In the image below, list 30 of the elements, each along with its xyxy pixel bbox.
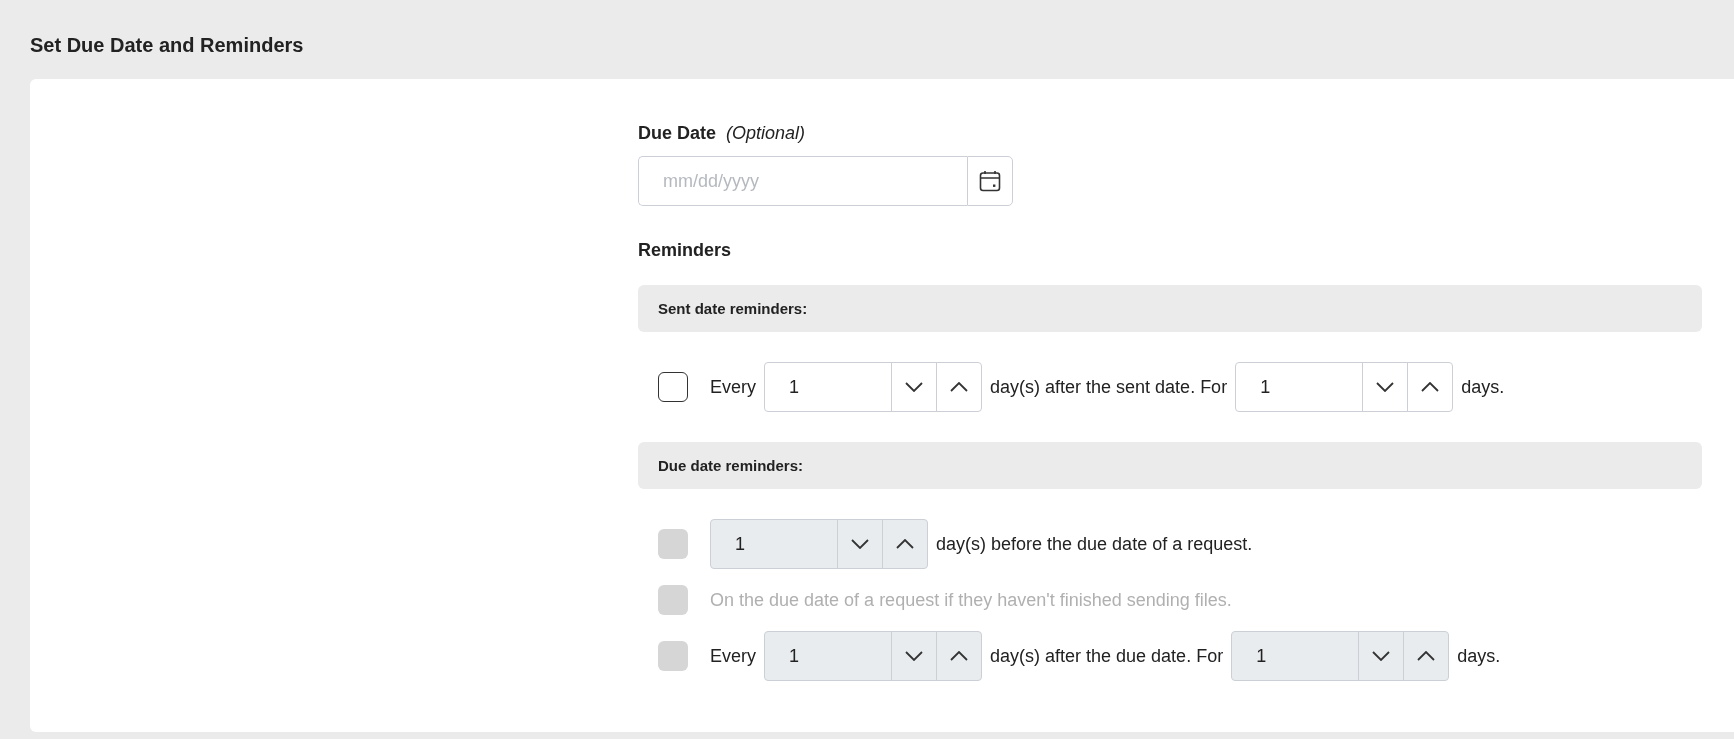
checkbox[interactable] — [658, 372, 688, 402]
chevron-down-icon — [851, 539, 869, 549]
page-title: Set Due Date and Reminders — [30, 34, 305, 58]
calendar-icon — [979, 170, 1001, 192]
reminder-text: On the due date of a request if they haven't finished sending files. — [710, 589, 1232, 611]
calendar-button[interactable] — [967, 156, 1013, 206]
chevron-down-icon — [905, 651, 923, 661]
reminder-text: days. — [1457, 645, 1501, 667]
section-header: Due date reminders: — [638, 442, 1702, 489]
chevron-up-icon — [1417, 651, 1436, 661]
chevron-down-icon — [1376, 382, 1395, 392]
chevron-up-icon — [950, 651, 968, 661]
reminder-text: Every — [710, 376, 756, 398]
chevron-up-icon — [896, 539, 914, 549]
reminder-text: day(s) after the sent date. For — [990, 376, 1228, 398]
number-stepper[interactable]: 1 — [764, 362, 982, 412]
field-label: Due Date — [638, 123, 717, 144]
reminder-text: day(s) after the due date. For — [990, 645, 1224, 667]
optional-hint: (Optional) — [726, 123, 806, 144]
chevron-up-icon — [1421, 382, 1440, 392]
chevron-up-icon — [950, 382, 968, 392]
reminder-text: days. — [1461, 376, 1505, 398]
chevron-down-icon — [1372, 651, 1391, 661]
reminder-text: Every — [710, 645, 756, 667]
date-input[interactable]: mm/dd/yyyy — [638, 156, 967, 206]
reminder-text: day(s) before the due date of a request. — [936, 533, 1253, 555]
section-title: Reminders — [638, 240, 733, 261]
number-stepper[interactable]: 1 — [1235, 362, 1454, 412]
chevron-down-icon — [905, 382, 923, 392]
section-header: Sent date reminders: — [638, 285, 1702, 332]
